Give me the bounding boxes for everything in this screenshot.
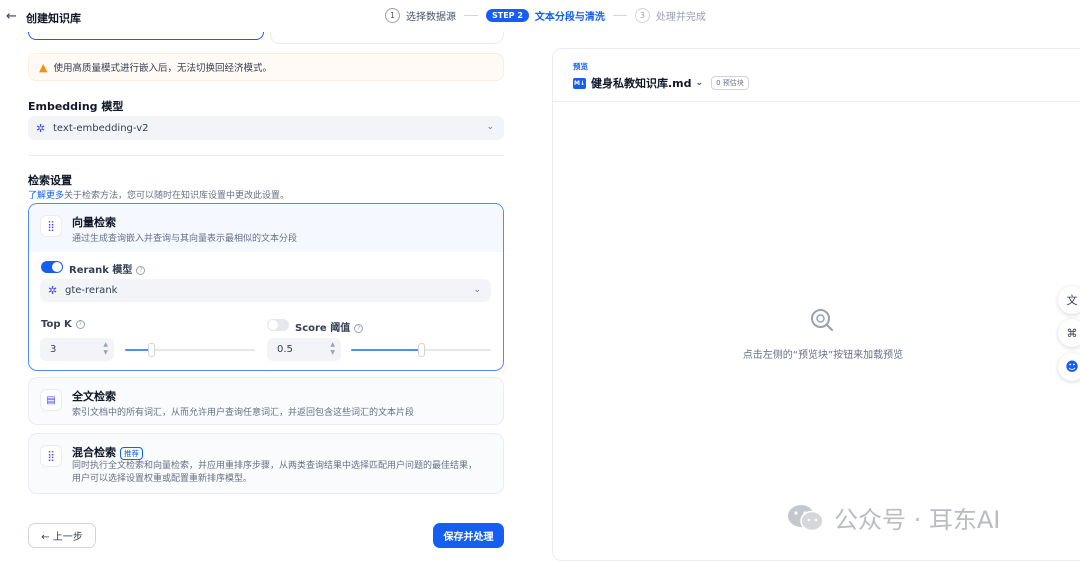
fulltext-search-card[interactable]: ▤ 全文检索 索引文档中的所有词汇，从而允许用户查询任意词汇，并返回包含这些词汇…: [28, 377, 504, 425]
step-3: 3 处理并完成: [634, 8, 706, 23]
page-title: 创建知识库: [26, 12, 81, 25]
watermark-text: 公众号 · 耳东AI: [834, 506, 1001, 534]
rerank-label-text: Rerank 模型: [69, 265, 133, 276]
retrieval-title: 检索设置: [28, 174, 72, 187]
vector-search-title: 向量检索: [72, 216, 116, 229]
index-mode-high-quality-card[interactable]: [28, 32, 264, 40]
translate-icon[interactable]: 文: [1058, 286, 1080, 314]
save-and-process-button[interactable]: 保存并处理: [433, 523, 504, 548]
embedding-model-select[interactable]: ✲ text-embedding-v2 ⌄: [28, 116, 504, 140]
previous-step-button[interactable]: ← 上一步: [28, 523, 96, 548]
score-threshold-toggle[interactable]: [267, 319, 289, 331]
preview-file-name: 健身私教知识库.md: [591, 77, 692, 90]
vector-search-header[interactable]: ⣿ 向量检索 通过生成查询嵌入并查询与其向量表示最相似的文本分段: [29, 204, 503, 252]
fulltext-search-title: 全文检索: [72, 390, 116, 403]
preview-label: 预览: [573, 62, 588, 71]
header: ← 创建知识库 1 选择数据源 STEP 2 文本分段与清洗 3 处理并完成: [0, 0, 1080, 32]
step-3-label: 处理并完成: [655, 12, 706, 23]
topk-slider[interactable]: [125, 343, 255, 357]
markdown-file-icon: M↓: [573, 77, 586, 89]
wechat-icon: [788, 504, 824, 531]
index-mode-economy-card[interactable]: [270, 32, 504, 44]
stepper: 1 选择数据源 STEP 2 文本分段与清洗 3 处理并完成: [385, 8, 706, 23]
model-logo-icon: ✲: [36, 121, 46, 135]
retrieval-description-text: 关于检索方法，您可以随时在知识库设置中更改此设置。: [64, 191, 290, 201]
topk-input[interactable]: 3 ▲ ▼: [40, 338, 114, 361]
divider: [28, 155, 504, 156]
stepper-arrows-icon[interactable]: ▲ ▼: [330, 341, 335, 357]
preview-empty-text: 点击左侧的“预览块”按钮来加载预览: [742, 350, 904, 361]
chevron-down-icon: ⌄: [486, 122, 494, 132]
topk-value: 3: [50, 344, 57, 355]
hybrid-description-line1: 同时执行全文检索和向量检索，并应用重排序步骤，从两类查询结果中选择匹配用户问题的…: [72, 461, 478, 471]
help-icon[interactable]: ?: [136, 265, 146, 275]
topk-slider-thumb[interactable]: [148, 343, 155, 357]
step-3-number: 3: [634, 8, 650, 23]
score-slider-fill: [351, 349, 421, 351]
step-separator: [464, 15, 478, 16]
retrieval-description: 了解更多关于检索方法，您可以随时在知识库设置中更改此设置。: [28, 188, 289, 201]
warning-triangle-icon: ▲: [39, 60, 48, 74]
hybrid-search-card[interactable]: ⣿ 混合检索 推荐 同时执行全文检索和向量检索，并应用重排序步骤，从两类查询结果中…: [28, 433, 504, 494]
chevron-down-icon: ⌄: [473, 285, 481, 295]
step-1: 1 选择数据源: [385, 8, 456, 23]
warning-banner: ▲ 使用高质量模式进行嵌入后，无法切换回经济模式。: [28, 53, 504, 81]
vector-search-card[interactable]: ⣿ 向量检索 通过生成查询嵌入并查询与其向量表示最相似的文本分段 Rerank …: [28, 203, 504, 371]
model-logo-icon: ✲: [48, 284, 58, 297]
preview-panel: 预览 M↓ 健身私教知识库.md ⌄ 0 预估块 点击左侧的“预览块”按钮来加载…: [552, 48, 1080, 561]
step-2-badge: STEP 2: [486, 9, 529, 22]
help-icon[interactable]: ?: [354, 323, 364, 333]
chunk-count-badge: 0 预估块: [711, 76, 749, 90]
step-1-number: 1: [385, 8, 400, 23]
hybrid-search-title: 混合检索 推荐: [72, 444, 143, 460]
grid-dots-icon: ⣿: [40, 445, 62, 467]
step-1-label: 选择数据源: [406, 12, 456, 23]
learn-more-link[interactable]: 了解更多: [28, 191, 64, 201]
score-threshold-slider[interactable]: [351, 343, 491, 357]
step-2: STEP 2 文本分段与清洗: [486, 8, 605, 23]
score-value: 0.5: [277, 344, 293, 355]
chevron-down-icon: ⌄: [695, 78, 704, 88]
step-2-label: 文本分段与清洗: [534, 12, 605, 23]
search-icon: [811, 309, 834, 332]
embedding-title: Embedding 模型: [28, 100, 124, 113]
document-search-icon: ▤: [40, 389, 62, 411]
score-slider-thumb[interactable]: [418, 343, 425, 357]
divider: [553, 101, 1080, 102]
hybrid-description-line2: 用户可以选择设置权重或配置重新排序模型。: [72, 474, 253, 484]
back-arrow-icon[interactable]: ←: [6, 9, 17, 24]
command-icon[interactable]: ⌘: [1058, 319, 1080, 347]
warning-text: 使用高质量模式进行嵌入后，无法切换回经济模式。: [53, 63, 272, 74]
score-threshold-label: Score 阈值?: [295, 319, 364, 334]
topk-label: Top K?: [41, 319, 85, 330]
watermark: 公众号 · 耳东AI: [786, 500, 1000, 535]
score-label-text: Score 阈值: [295, 323, 351, 334]
rerank-label: Rerank 模型?: [69, 261, 146, 276]
stepper-arrows-icon[interactable]: ▲ ▼: [103, 341, 108, 357]
vector-search-description: 通过生成查询嵌入并查询与其向量表示最相似的文本分段: [72, 234, 298, 244]
preview-file-select[interactable]: M↓ 健身私教知识库.md ⌄ 0 预估块: [573, 75, 749, 91]
hybrid-search-title-text: 混合检索: [72, 446, 116, 459]
topk-label-text: Top K: [41, 319, 72, 330]
rerank-model-select[interactable]: ✲ gte-rerank ⌄: [40, 279, 491, 302]
score-threshold-input[interactable]: 0.5 ▲ ▼: [267, 338, 341, 361]
rerank-toggle[interactable]: [41, 261, 63, 273]
hybrid-search-description: 同时执行全文检索和向量检索，并应用重排序步骤，从两类查询结果中选择匹配用户问题的…: [72, 460, 477, 486]
grid-dots-icon: ⣿: [40, 215, 62, 237]
fulltext-search-description: 索引文档中的所有词汇，从而允许用户查询任意词汇，并返回包含这些词汇的文本片段: [72, 408, 415, 418]
step-separator: [612, 15, 627, 16]
recommended-badge: 推荐: [120, 446, 143, 460]
rerank-model-value: gte-rerank: [65, 285, 118, 296]
help-icon[interactable]: ?: [75, 319, 85, 329]
embedding-model-value: text-embedding-v2: [53, 122, 149, 134]
bot-icon[interactable]: ☻: [1058, 353, 1080, 381]
